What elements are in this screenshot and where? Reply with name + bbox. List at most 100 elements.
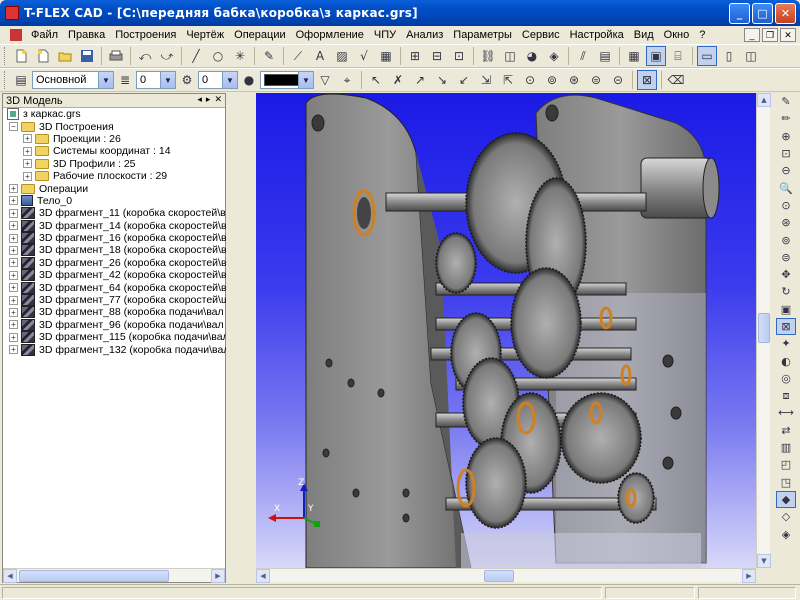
tree-item-profiles[interactable]: + 3D Профили : 25 xyxy=(3,158,225,170)
filter-icon[interactable]: ▽ xyxy=(315,70,335,90)
zoom-out-icon[interactable]: ⊖ xyxy=(776,162,796,179)
dimension-icon[interactable]: ⟋ xyxy=(288,46,308,66)
tree-item-coord-systems[interactable]: + Системы координат : 14 xyxy=(3,145,225,157)
clip-icon[interactable]: ⫽ xyxy=(573,46,593,66)
link-icon[interactable]: ⛓ xyxy=(478,46,498,66)
doc-restore-button[interactable]: ❐ xyxy=(762,28,778,42)
open-folder-icon[interactable] xyxy=(55,46,75,66)
scroll-thumb[interactable] xyxy=(758,313,770,343)
window-mode-icon[interactable]: ▣ xyxy=(646,46,666,66)
scroll-left-icon[interactable]: ◀ xyxy=(3,568,17,583)
snap-icon[interactable]: ⊟ xyxy=(427,46,447,66)
panel-close-icon[interactable]: ✕ xyxy=(214,94,222,105)
scroll-thumb[interactable] xyxy=(19,569,169,582)
level-select[interactable]: 0 ▼ xyxy=(136,71,176,89)
undo-icon[interactable]: ⤺ xyxy=(135,46,155,66)
menu-service[interactable]: Сервис xyxy=(517,29,565,41)
pencil-icon[interactable]: ✏ xyxy=(776,110,796,127)
scroll-right-icon[interactable]: ▶ xyxy=(742,569,756,583)
layer-select[interactable]: Основной ▼ xyxy=(32,71,114,89)
grid-icon[interactable]: ⊞ xyxy=(405,46,425,66)
app-icon[interactable] xyxy=(5,6,19,20)
menu-cnc[interactable]: ЧПУ xyxy=(369,29,401,41)
line-icon[interactable]: ╱ xyxy=(186,46,206,66)
select-all-icon[interactable]: ⊠ xyxy=(637,70,657,90)
section-icon[interactable]: ⧈ xyxy=(776,387,796,404)
pen-icon[interactable]: ✎ xyxy=(776,93,796,110)
shade-icon[interactable]: ◐ xyxy=(776,352,796,369)
expand-icon[interactable]: + xyxy=(23,134,32,144)
collapse-icon[interactable]: − xyxy=(9,122,18,132)
scroll-down-icon[interactable]: ▼ xyxy=(757,554,771,568)
zoom-all-icon[interactable]: ⊙ xyxy=(776,197,796,214)
clear-selection-icon[interactable]: ⌫ xyxy=(666,70,686,90)
menu-format[interactable]: Оформление xyxy=(291,29,369,41)
expand-icon[interactable]: + xyxy=(9,196,18,206)
hatch-icon[interactable]: ▨ xyxy=(332,46,352,66)
tree-item-fragment[interactable]: +3D фрагмент_14 (коробка скоростей\вал м… xyxy=(3,219,259,232)
menu-construct[interactable]: Построения xyxy=(110,29,181,41)
shaded-icon[interactable]: ◆ xyxy=(776,490,796,509)
tree-item-fragment[interactable]: +3D фрагмент_96 (коробка подачи\вал 3\з … xyxy=(3,318,260,331)
render-icon[interactable]: ◕ xyxy=(522,46,542,66)
doc-close-button[interactable]: ✕ xyxy=(780,28,796,42)
zoom-prev-icon[interactable]: ⊛ xyxy=(776,214,796,231)
roughness-icon[interactable]: √ xyxy=(354,46,374,66)
select-lcs-icon[interactable]: ⊛ xyxy=(564,70,584,90)
expand-icon[interactable]: + xyxy=(9,345,18,355)
tree-item-operations[interactable]: + Операции xyxy=(3,182,225,195)
pan-icon[interactable]: ✥ xyxy=(776,266,796,283)
zoom-next-icon[interactable]: ⊚ xyxy=(776,231,796,248)
color-palette-icon[interactable]: ● xyxy=(239,70,259,90)
select-axis-icon[interactable]: ⊚ xyxy=(542,70,562,90)
camera-icon[interactable]: ◎ xyxy=(776,370,796,387)
tree-item-constructions[interactable]: − 3D Построения xyxy=(3,120,225,133)
sketch-icon[interactable]: ✎ xyxy=(259,46,279,66)
document-icon[interactable] xyxy=(10,29,22,41)
menu-parameters[interactable]: Параметры xyxy=(448,29,517,41)
walk-icon[interactable]: ⇄ xyxy=(776,422,796,439)
zoom-fit-icon[interactable]: ⊜ xyxy=(776,249,796,266)
3d-viewport[interactable]: Z X Y xyxy=(256,93,770,568)
tree-item-fragment[interactable]: +3D фрагмент_26 (коробка скоростей\вал 1… xyxy=(3,256,255,269)
window-split-icon[interactable]: ◫ xyxy=(741,46,761,66)
select-operation-icon[interactable]: ⇱ xyxy=(498,70,518,90)
expand-icon[interactable]: + xyxy=(9,307,18,317)
hidden-line-icon[interactable]: ◳ xyxy=(776,474,796,491)
expand-icon[interactable]: + xyxy=(9,233,18,243)
maximize-button[interactable]: □ xyxy=(752,3,773,24)
tree-item-fragment[interactable]: +3D фрагмент_88 (коробка подачи\вал 4\з … xyxy=(3,306,260,319)
expand-icon[interactable]: + xyxy=(9,332,18,342)
panel-prev-icon[interactable]: ◂ xyxy=(197,94,202,105)
window-2d-icon[interactable]: ▭ xyxy=(697,46,717,66)
measure-icon[interactable]: ▤ xyxy=(595,46,615,66)
zoom-in-icon[interactable]: ⊕ xyxy=(776,128,796,145)
tree-item-fragment[interactable]: +3D фрагмент_115 (коробка подачи\вал 2\з… xyxy=(3,331,259,344)
expand-icon[interactable]: + xyxy=(9,184,18,194)
menu-window[interactable]: Окно xyxy=(659,29,695,41)
expand-icon[interactable]: + xyxy=(23,171,32,181)
measure-icon[interactable]: ⟷ xyxy=(776,404,796,421)
shaded-edges-icon[interactable]: ◇ xyxy=(776,508,796,525)
tree-horizontal-scrollbar[interactable]: ◀ ▶ xyxy=(3,568,225,583)
select-filter-icon[interactable]: ⌖ xyxy=(337,70,357,90)
save-icon[interactable] xyxy=(77,46,97,66)
new-file-icon[interactable] xyxy=(11,46,31,66)
level-icon[interactable]: ≣ xyxy=(115,70,135,90)
tree-item-fragment[interactable]: +3D фрагмент_42 (коробка скоростей\вал 2… xyxy=(3,269,255,282)
menu-operations[interactable]: Операции xyxy=(229,29,290,41)
zoom-window-icon[interactable]: ⊡ xyxy=(776,145,796,162)
scroll-thumb[interactable] xyxy=(484,570,514,582)
select-element-icon[interactable]: ↖ xyxy=(366,70,386,90)
menu-edit[interactable]: Правка xyxy=(63,29,110,41)
close-button[interactable]: ✕ xyxy=(775,3,796,24)
expand-icon[interactable]: + xyxy=(9,245,18,255)
wireframe-icon[interactable]: ◰ xyxy=(776,456,796,473)
menu-drawing[interactable]: Чертёж xyxy=(181,29,229,41)
tree-item-root[interactable]: з каркас.grs xyxy=(3,108,225,121)
tree-item-projections[interactable]: + Проекции : 26 xyxy=(3,133,225,145)
expand-icon[interactable]: + xyxy=(9,320,18,330)
table-icon[interactable]: ▦ xyxy=(376,46,396,66)
select-edge-icon[interactable]: ↗ xyxy=(410,70,430,90)
redo-icon[interactable]: ⤻ xyxy=(157,46,177,66)
